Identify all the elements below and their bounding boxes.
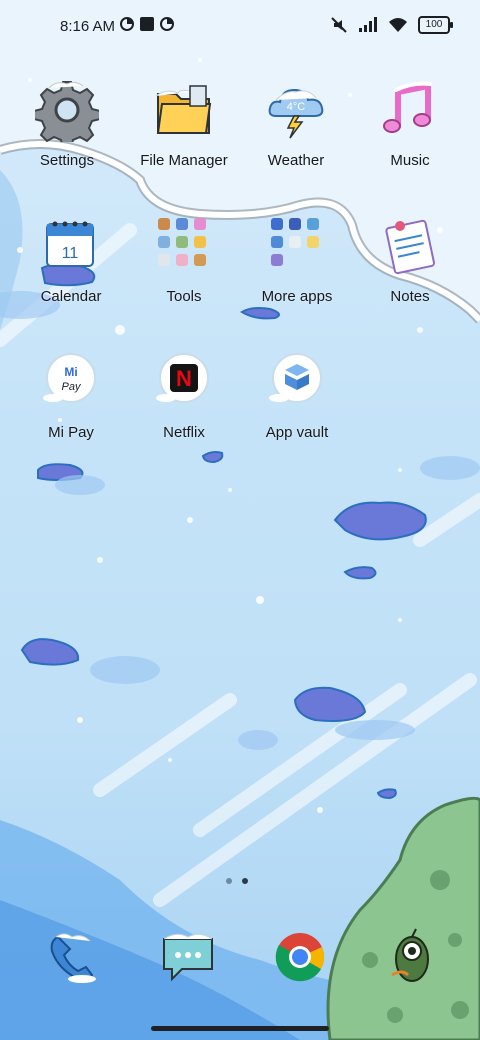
camera-icon (391, 928, 429, 982)
app-netflix[interactable]: N Netflix (129, 350, 239, 441)
app-mi-pay[interactable]: Mi Pay Mi Pay (16, 350, 126, 441)
calendar-day: 11 (62, 245, 79, 262)
notes-icon (378, 214, 442, 278)
status-system-icons: 100 (330, 16, 453, 34)
app-label: Netflix (163, 424, 205, 441)
dock-camera[interactable] (380, 925, 444, 989)
dock-phone[interactable] (42, 925, 106, 989)
app-label: Calendar (40, 288, 102, 305)
gear-icon (33, 78, 101, 149)
battery-icon: 100 (418, 16, 453, 34)
calendar-icon: 11 (39, 214, 103, 278)
folder-icon (152, 78, 216, 142)
app-music[interactable]: Music (355, 78, 465, 169)
mute-icon (331, 17, 347, 33)
dock-chrome[interactable] (268, 925, 332, 989)
app-label: Mi Pay (48, 424, 94, 441)
mi-pay-brand-bottom: Pay (62, 381, 82, 393)
mi-pay-icon: Mi Pay (39, 350, 103, 414)
page-dot-active[interactable] (242, 878, 248, 884)
signal-icon (359, 17, 377, 32)
mi-pay-brand-top: Mi (64, 365, 77, 379)
app-calendar[interactable]: 11 Calendar (16, 214, 126, 305)
home-indicator[interactable] (151, 1026, 329, 1031)
app-label: Settings (39, 152, 95, 169)
cloud-icon: 4°C (264, 78, 328, 142)
dock-messages[interactable] (156, 925, 220, 989)
status-bar: 8:16 AM 100 (0, 0, 480, 56)
chat-icon (163, 933, 213, 982)
app-vault-icon (265, 350, 329, 414)
app-vault[interactable]: App vault (242, 350, 352, 441)
folder-grid-icon (152, 214, 216, 278)
status-time: 8:16 AM (60, 18, 116, 35)
weather-temperature: 4°C (287, 101, 306, 113)
status-notification-icons (120, 17, 174, 31)
app-label: Tools (166, 288, 202, 305)
folder-grid-icon (265, 214, 329, 278)
phone-icon (50, 933, 96, 983)
data-saver-icon (120, 17, 134, 31)
app-label: Notes (390, 288, 430, 305)
page-dot[interactable] (226, 878, 232, 884)
data-saver-icon (160, 17, 174, 31)
app-weather[interactable]: 4°C Weather (241, 78, 351, 169)
app-label: Music (390, 152, 430, 169)
netflix-icon: N (152, 350, 216, 414)
folder-tools[interactable]: Tools (129, 214, 239, 305)
netflix-brand: N (176, 366, 192, 391)
page-indicator (226, 878, 248, 884)
app-notes[interactable]: Notes (355, 214, 465, 305)
app-label: App vault (265, 424, 329, 441)
app-file-manager[interactable]: File Manager (129, 78, 239, 169)
chrome-icon (275, 933, 325, 982)
app-label: Weather (267, 152, 325, 169)
app-settings[interactable]: Settings (12, 78, 122, 169)
folder-more-apps[interactable]: More apps (242, 214, 352, 305)
app-label: More apps (261, 288, 333, 305)
wifi-icon (389, 18, 407, 32)
music-note-icon (378, 78, 442, 142)
app-label: File Manager (140, 152, 228, 169)
square-icon (140, 17, 154, 31)
